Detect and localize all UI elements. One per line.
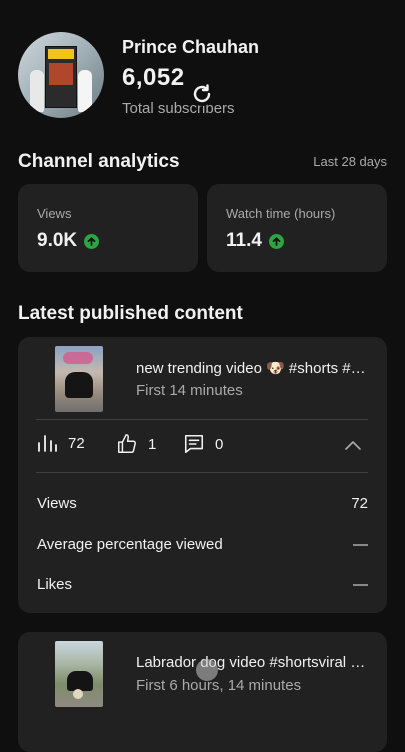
detail-label: Views: [37, 495, 77, 512]
views-metric: 72: [36, 433, 85, 453]
video-age: First 6 hours, 14 minutes: [136, 677, 302, 694]
likes-count: 1: [148, 435, 157, 453]
chevron-up-icon[interactable]: [344, 439, 362, 451]
subscriber-count: 6,052: [122, 64, 185, 91]
views-stat-value: 9.0K: [37, 230, 78, 251]
watch-time-stat-value-row: 11.4: [226, 230, 284, 252]
content-card: new trending video 🐶 #shorts #shortsvira…: [18, 337, 387, 613]
views-stat-value-row: 9.0K: [37, 230, 100, 252]
watch-time-stat-card[interactable]: Watch time (hours) 11.4: [207, 184, 387, 272]
detail-value: 72: [351, 495, 368, 512]
detail-row-likes: Likes —: [37, 576, 368, 593]
content-card: Labrador dog video #shortsviral #shorts …: [18, 632, 387, 752]
detail-label: Average percentage viewed: [37, 536, 223, 553]
touch-indicator: [196, 659, 218, 681]
views-stat-card[interactable]: Views 9.0K: [18, 184, 198, 272]
latest-content-title: Latest published content: [18, 303, 243, 324]
watch-time-stat-label: Watch time (hours): [226, 206, 336, 221]
video-title[interactable]: new trending video 🐶 #shorts #shortsvira…: [136, 359, 372, 377]
likes-metric: 1: [116, 433, 156, 455]
comments-count: 0: [215, 435, 224, 453]
views-count: 72: [68, 434, 85, 452]
divider: [36, 419, 368, 420]
subscriber-label: Total subscribers: [122, 100, 235, 117]
avatar-person-right: [78, 70, 92, 112]
avatar-poster: [45, 46, 77, 108]
divider: [36, 472, 368, 473]
video-thumbnail[interactable]: [55, 346, 103, 412]
watch-time-stat-value: 11.4: [226, 230, 262, 251]
comments-metric: 0: [183, 433, 223, 455]
arrow-up-circle-icon: [84, 233, 100, 249]
channel-name: Prince Chauhan: [122, 37, 260, 57]
video-age: First 14 minutes: [136, 382, 243, 399]
detail-value: —: [353, 576, 368, 593]
detail-value: —: [353, 536, 368, 553]
detail-row-avg-viewed: Average percentage viewed —: [37, 536, 368, 553]
video-thumbnail[interactable]: [55, 641, 103, 707]
refresh-icon[interactable]: [188, 80, 216, 108]
video-metrics-row: 72 1 0: [36, 433, 368, 463]
detail-row-views: Views 72: [37, 495, 368, 512]
bar-chart-icon: [38, 435, 57, 452]
detail-label: Likes: [37, 576, 73, 593]
channel-analytics-title: Channel analytics: [18, 151, 180, 172]
arrow-up-circle-icon: [268, 233, 284, 249]
views-stat-label: Views: [37, 206, 72, 221]
comment-icon: [184, 434, 204, 454]
video-title[interactable]: Labrador dog video #shortsviral #shorts: [136, 654, 372, 671]
avatar-person-left: [30, 70, 44, 112]
channel-avatar[interactable]: [18, 32, 104, 118]
thumbs-up-icon: [118, 434, 136, 453]
channel-header: Prince Chauhan 6,052 Total subscribers: [18, 32, 388, 118]
analytics-period: Last 28 days: [313, 154, 387, 169]
